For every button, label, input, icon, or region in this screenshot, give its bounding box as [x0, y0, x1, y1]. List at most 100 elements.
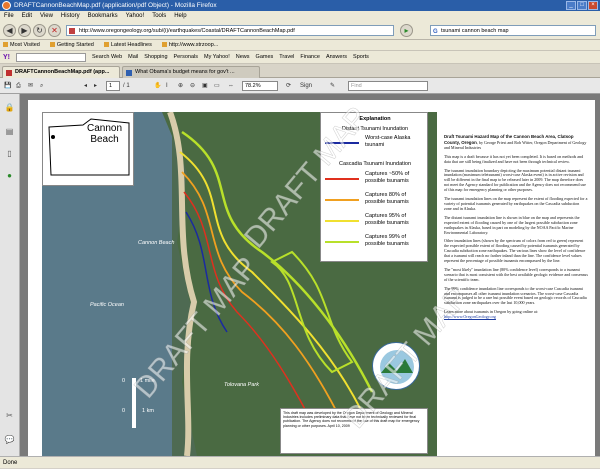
next-page-button[interactable]: ▸: [94, 81, 97, 91]
legend-item: Captures 95% of possible tsunamis: [325, 213, 425, 231]
legend-label: Worst-case Alaska tsunami: [365, 135, 411, 148]
maximize-button[interactable]: □: [577, 1, 587, 10]
menu-help[interactable]: Help: [174, 11, 186, 21]
tolovana-park-label: Tolovana Park: [224, 382, 259, 388]
menu-edit[interactable]: Edit: [22, 11, 32, 21]
select-tool-icon[interactable]: I: [166, 81, 168, 91]
yahoo-search-input[interactable]: [16, 53, 86, 62]
status-text: Done: [3, 460, 18, 466]
find-input[interactable]: Find: [348, 81, 428, 91]
scale-bar: 1 mile 0 1 km 0: [62, 362, 182, 428]
paragraph-distant: The distant tsunami inundation line is s…: [444, 214, 580, 235]
yahoo-shopping[interactable]: Shopping: [144, 51, 167, 63]
save-icon[interactable]: 💾: [4, 81, 11, 91]
forward-button[interactable]: ▶: [18, 24, 31, 37]
bookmark-latest-headlines[interactable]: Latest Headlines: [104, 40, 152, 50]
pdf-sidebar: 🔒 ▤ ▯ ● ✂ 💬: [0, 94, 20, 456]
yahoo-my-yahoo[interactable]: My Yahoo!: [204, 51, 230, 63]
legend-item: Captures 80% of possible tsunamis: [325, 192, 425, 210]
oregon-geology-link[interactable]: http://www.OregonGeology.org: [444, 314, 496, 319]
paragraph-other: Other inundation lines (shown by the spe…: [444, 238, 586, 264]
scale-line: [132, 378, 136, 428]
email-icon[interactable]: ✉: [28, 81, 33, 91]
navigation-toolbar: ◀ ▶ ↻ ✕ http://www.oregongeology.org/sub…: [0, 21, 600, 40]
zoom-select[interactable]: 78.2%: [242, 81, 278, 91]
search-text: tsunami cannon beach map: [441, 28, 509, 34]
yahoo-games[interactable]: Games: [256, 51, 274, 63]
snapshot-icon[interactable]: ▣: [202, 81, 208, 91]
legend-label: Captures 99% of possible tsunamis: [365, 234, 409, 247]
legend-label: Captures ~50% of possible tsunamis: [365, 171, 410, 184]
comments-icon[interactable]: 💬: [4, 434, 15, 445]
url-bar[interactable]: http://www.oregongeology.org/sub/(i)/ear…: [66, 25, 394, 36]
locator-name: Cannon Beach: [87, 123, 123, 145]
menu-tools[interactable]: Tools: [152, 11, 166, 21]
zoom-out-icon[interactable]: ⊖: [190, 81, 195, 91]
menu-view[interactable]: View: [40, 11, 53, 21]
legend-item: Worst-case Alaska tsunami: [325, 135, 425, 153]
scale-km-label: 1 km: [142, 408, 154, 414]
yahoo-toolbar: Y! Search Web Mail Shopping Personals My…: [0, 51, 600, 64]
bookmark-panel-icon[interactable]: ▯: [4, 148, 15, 159]
search-input[interactable]: G tsunami cannon beach map: [430, 25, 596, 36]
fit-width-icon[interactable]: ⇔: [228, 81, 234, 91]
legend-swatch: [325, 178, 359, 180]
reload-button[interactable]: ↻: [33, 24, 46, 37]
tab-label: What Obama's budget means for gov't ...: [135, 69, 235, 75]
hand-tool-icon[interactable]: ✋: [154, 81, 161, 91]
google-search-icon: G: [433, 29, 438, 35]
yahoo-sports[interactable]: Sports: [353, 51, 369, 63]
legend-swatch: [325, 220, 359, 222]
bookmark-strzoop[interactable]: http://www.strzoop...: [162, 40, 219, 50]
cascadia-heading: Cascadia Tsunami Inundation: [338, 161, 412, 167]
yahoo-logo[interactable]: Y!: [3, 51, 10, 63]
bookmark-getting-started[interactable]: Getting Started: [50, 40, 94, 50]
menu-bookmarks[interactable]: Bookmarks: [88, 11, 118, 21]
print-icon[interactable]: ⎙: [16, 81, 21, 91]
yahoo-mail[interactable]: Mail: [128, 51, 138, 63]
stop-button[interactable]: ✕: [48, 24, 61, 37]
menu-history[interactable]: History: [61, 11, 80, 21]
comment-icon[interactable]: ✎: [330, 81, 335, 91]
pages-icon[interactable]: ▤: [4, 126, 15, 137]
firefox-icon: [2, 1, 11, 10]
yahoo-answers[interactable]: Answers: [326, 51, 347, 63]
yahoo-news[interactable]: News: [236, 51, 250, 63]
locator-map: Cannon Beach: [42, 112, 134, 186]
minimize-button[interactable]: _: [566, 1, 576, 10]
yahoo-search-web[interactable]: Search Web: [92, 51, 122, 63]
page-favicon: [69, 28, 75, 34]
paperclip-icon[interactable]: ✂: [4, 410, 15, 421]
paragraph-draft: This map is a draft because it has not y…: [444, 153, 584, 164]
yahoo-finance[interactable]: Finance: [300, 51, 320, 63]
tab-bar: DRAFTCannonBeachMap.pdf (app... What Oba…: [0, 64, 600, 78]
legend-item: Captures ~50% of possible tsunamis: [325, 171, 425, 189]
fit-page-icon[interactable]: ▭: [214, 81, 220, 91]
go-button[interactable]: ▸: [400, 24, 413, 37]
bookmark-most-visited[interactable]: Most Visited: [3, 40, 40, 50]
map-disclaimer: This draft map was developed by the Oreg…: [280, 408, 428, 454]
pdf-viewport[interactable]: Cannon Beach Explanation Distant Tsunami…: [20, 94, 600, 456]
scale-zero-b: 0: [122, 408, 126, 414]
search-icon[interactable]: ⌕: [40, 81, 43, 91]
close-button[interactable]: ×: [588, 1, 598, 10]
rotate-icon[interactable]: ⟳: [286, 81, 291, 91]
menu-file[interactable]: File: [4, 11, 14, 21]
pdf-toolbar: 💾 ⎙ ✉ ⌕ ◂ ▸ 1 / 1 ✋ I ⊕ ⊖ ▣ ▭ ⇔ 78.2% ⟳ …: [0, 78, 600, 94]
pdf-icon: [6, 70, 12, 76]
page-number-input[interactable]: 1: [106, 81, 120, 91]
zoom-in-icon[interactable]: ⊕: [178, 81, 183, 91]
sign-button[interactable]: Sign: [300, 81, 312, 91]
tab-label: DRAFTCannonBeachMap.pdf (app...: [15, 69, 110, 75]
yahoo-travel[interactable]: Travel: [279, 51, 294, 63]
previous-page-button[interactable]: ◂: [84, 81, 87, 91]
attachments-icon[interactable]: ●: [4, 170, 15, 181]
status-bar: Done: [0, 456, 600, 468]
tab-obama-budget[interactable]: What Obama's budget means for gov't ...: [122, 66, 260, 78]
menu-yahoo[interactable]: Yahoo!: [126, 11, 145, 21]
back-button[interactable]: ◀: [3, 24, 16, 37]
yahoo-personals[interactable]: Personals: [174, 51, 198, 63]
tab-cannon-beach-pdf[interactable]: DRAFTCannonBeachMap.pdf (app...: [2, 66, 120, 78]
lock-icon[interactable]: 🔒: [4, 102, 15, 113]
legend-label: Captures 80% of possible tsunamis: [365, 192, 409, 205]
